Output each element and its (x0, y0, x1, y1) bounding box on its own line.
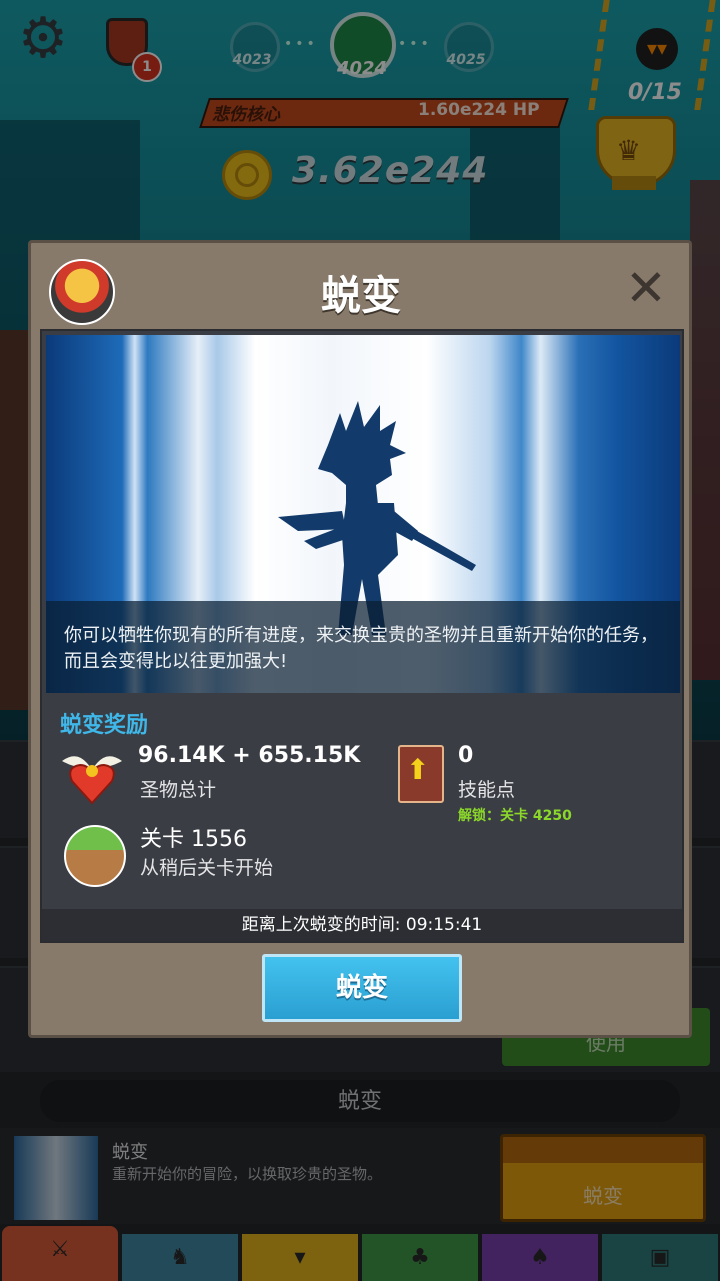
prestige-dialog: 蜕变 ✕ 你可以牺牲你现有的所有进度，来交换宝贵的圣物并且重新开始你的任务，而且… (28, 240, 692, 1038)
stage-grass-icon (64, 825, 126, 887)
start-stage-label: 从稍后关卡开始 (140, 857, 274, 879)
prestige-description: 你可以牺牲你现有的所有进度，来交换宝贵的圣物并且重新开始你的任务，而且会变得比以… (46, 601, 680, 693)
dialog-title: 蜕变 (321, 273, 401, 319)
skill-points-label: 技能点 (458, 779, 516, 801)
close-icon[interactable]: ✕ (621, 263, 671, 313)
relic-total-label: 圣物总计 (140, 779, 217, 801)
skill-book-icon: ⬆ (398, 745, 444, 803)
time-since-prestige: 距离上次蜕变的时间: 09:15:41 (42, 909, 682, 941)
skill-points-value: 0 (458, 743, 474, 768)
skill-unlock-requirement: 解锁：关卡 4250 (458, 808, 572, 824)
dialog-content: 你可以牺牲你现有的所有进度，来交换宝贵的圣物并且重新开始你的任务，而且会变得比以… (40, 329, 684, 943)
reward-title: 蜕变奖励 (60, 713, 149, 738)
start-stage-value: 关卡 1556 (140, 827, 247, 852)
relic-total-value: 96.14K + 655.15K (138, 743, 361, 768)
relic-heart-icon (62, 756, 122, 805)
prestige-button[interactable]: 蜕变 (262, 954, 462, 1022)
